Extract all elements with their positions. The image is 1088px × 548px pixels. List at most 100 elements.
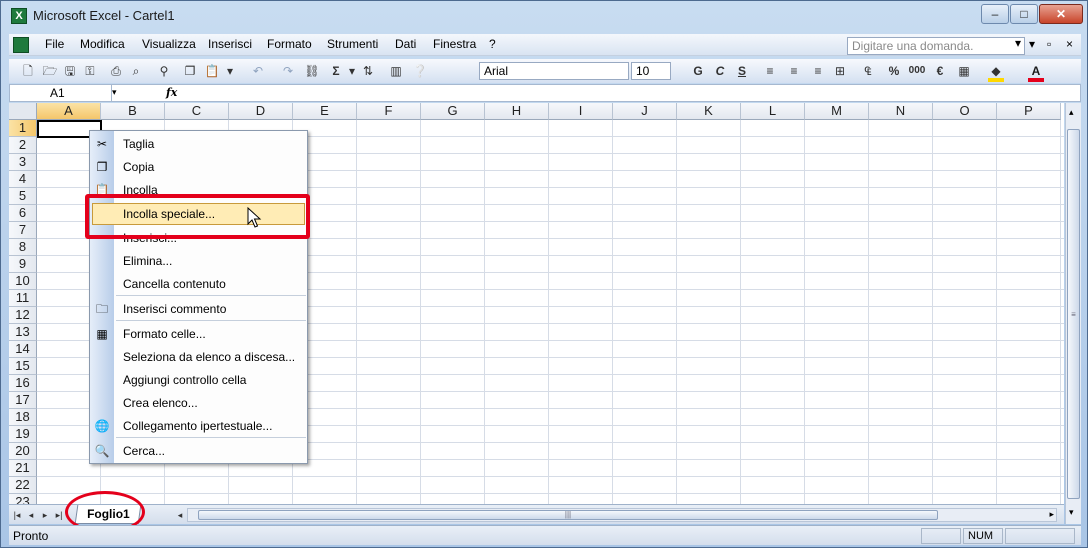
row-header-9[interactable]: 9 (9, 256, 37, 273)
column-header-I[interactable]: I (549, 103, 613, 120)
row-header-10[interactable]: 10 (9, 273, 37, 290)
horizontal-scroll-thumb[interactable]: ||| (198, 510, 938, 520)
menu-visualizza[interactable]: Visualizza (142, 37, 196, 51)
print-preview-icon[interactable]: ⌕ (127, 62, 145, 80)
context-menu-item-collegamento-ipertestuale[interactable]: Collegamento ipertestuale... (116, 415, 306, 437)
row-header-19[interactable]: 19 (9, 426, 37, 443)
next-sheet-button[interactable]: ▸ (39, 508, 51, 522)
print-icon[interactable]: ⎙ (107, 62, 125, 80)
doc-minimize-button[interactable]: ▾ (1029, 37, 1035, 51)
row-header-1[interactable]: 1 (9, 120, 37, 137)
column-header-E[interactable]: E (293, 103, 357, 120)
column-header-N[interactable]: N (869, 103, 933, 120)
column-header-G[interactable]: G (421, 103, 485, 120)
context-menu-item-inserisci-commento[interactable]: Inserisci commento (116, 298, 306, 320)
new-icon[interactable]: 🗋 (19, 62, 37, 80)
column-header-M[interactable]: M (805, 103, 869, 120)
menu-formato[interactable]: Formato (267, 37, 312, 51)
research-icon[interactable]: ⚲ (155, 62, 173, 80)
row-header-12[interactable]: 12 (9, 307, 37, 324)
context-menu-item-crea-elenco[interactable]: Crea elenco... (116, 392, 306, 414)
row-header-16[interactable]: 16 (9, 375, 37, 392)
formula-input[interactable] (188, 85, 1078, 101)
row-header-6[interactable]: 6 (9, 205, 37, 222)
row-header-14[interactable]: 14 (9, 341, 37, 358)
horizontal-scrollbar[interactable]: ||| ▸ (187, 508, 1057, 522)
scroll-right-icon[interactable]: ▸ (1049, 509, 1054, 520)
row-header-21[interactable]: 21 (9, 460, 37, 477)
name-box[interactable]: A1 (10, 85, 112, 101)
help-search-arrow-icon[interactable]: ▾ (1015, 36, 1021, 50)
permission-icon[interactable]: ⚿ (81, 62, 99, 80)
merge-center-icon[interactable]: ⊞ (831, 62, 849, 80)
column-header-K[interactable]: K (677, 103, 741, 120)
save-icon[interactable]: 🖫 (61, 62, 79, 80)
bold-button[interactable]: G (689, 62, 707, 80)
align-center-icon[interactable]: ≡ (785, 62, 803, 80)
select-all-corner[interactable] (9, 103, 37, 120)
vertical-scroll-thumb[interactable]: ≡ (1067, 129, 1080, 499)
menu-file[interactable]: File (45, 37, 64, 51)
row-header-2[interactable]: 2 (9, 137, 37, 154)
doc-close-button[interactable]: × (1066, 37, 1073, 51)
context-menu-item-copia[interactable]: Copia (116, 156, 306, 178)
menu-finestra[interactable]: Finestra (433, 37, 476, 51)
menu-strumenti[interactable]: Strumenti (327, 37, 378, 51)
font-size-select[interactable]: 10 (631, 62, 671, 80)
align-left-icon[interactable]: ≡ (761, 62, 779, 80)
currency-button[interactable]: € (931, 62, 949, 80)
open-icon[interactable]: 🗁 (41, 62, 59, 80)
undo-icon[interactable]: ↶ (249, 62, 267, 80)
row-header-11[interactable]: 11 (9, 290, 37, 307)
row-header-7[interactable]: 7 (9, 222, 37, 239)
font-name-select[interactable]: Arial (479, 62, 629, 80)
help-search-input[interactable]: Digitare una domanda. (847, 37, 1025, 55)
context-menu-item-elimina[interactable]: Elimina... (116, 250, 306, 272)
context-menu-item-taglia[interactable]: Taglia (116, 133, 306, 155)
maximize-button[interactable]: □ (1010, 4, 1038, 24)
context-menu-item-formato-celle[interactable]: Formato celle... (116, 323, 306, 345)
context-menu-item-cerca[interactable]: Cerca... (116, 440, 306, 462)
row-header-8[interactable]: 8 (9, 239, 37, 256)
column-header-F[interactable]: F (357, 103, 421, 120)
copy-icon[interactable]: ❐ (181, 62, 199, 80)
context-menu-item-cancella-contenuto[interactable]: Cancella contenuto (116, 273, 306, 295)
row-header-15[interactable]: 15 (9, 358, 37, 375)
borders-icon[interactable]: ▦ (955, 62, 973, 80)
column-header-J[interactable]: J (613, 103, 677, 120)
row-header-4[interactable]: 4 (9, 171, 37, 188)
paste-icon[interactable]: 📋 (203, 62, 221, 80)
scroll-up-icon[interactable]: ▴ (1069, 107, 1074, 118)
row-header-20[interactable]: 20 (9, 443, 37, 460)
euro-convert-icon[interactable]: ₠ (859, 62, 877, 80)
workbook-icon[interactable] (13, 37, 29, 53)
column-header-O[interactable]: O (933, 103, 997, 120)
italic-button[interactable]: C (711, 62, 729, 80)
row-header-22[interactable]: 22 (9, 477, 37, 494)
column-header-H[interactable]: H (485, 103, 549, 120)
column-header-B[interactable]: B (101, 103, 165, 120)
sort-ascending-icon[interactable]: ⇅ (359, 62, 377, 80)
redo-icon[interactable]: ↷ (279, 62, 297, 80)
vertical-scrollbar[interactable]: ▴ ≡ ▾ (1065, 103, 1081, 524)
row-header-5[interactable]: 5 (9, 188, 37, 205)
percent-button[interactable]: % (885, 62, 903, 80)
scroll-down-icon[interactable]: ▾ (1069, 507, 1074, 518)
underline-button[interactable]: S (733, 62, 751, 80)
name-box-dropdown-icon[interactable]: ▾ (112, 87, 117, 98)
prev-sheet-button[interactable]: ◂ (25, 508, 37, 522)
first-sheet-button[interactable]: |◂ (11, 508, 23, 522)
column-header-P[interactable]: P (997, 103, 1061, 120)
menu-help[interactable]: ? (489, 37, 496, 51)
row-header-13[interactable]: 13 (9, 324, 37, 341)
doc-restore-button[interactable]: ▫ (1047, 37, 1051, 51)
column-header-L[interactable]: L (741, 103, 805, 120)
row-header-3[interactable]: 3 (9, 154, 37, 171)
paste-dropdown-icon[interactable]: ▾ (221, 62, 239, 80)
row-header-17[interactable]: 17 (9, 392, 37, 409)
tab-splitter-icon[interactable]: ◂ (174, 508, 186, 522)
menu-modifica[interactable]: Modifica (80, 37, 125, 51)
row-header-23[interactable]: 23 (9, 494, 37, 504)
row-header-18[interactable]: 18 (9, 409, 37, 426)
minimize-button[interactable]: – (981, 4, 1009, 24)
